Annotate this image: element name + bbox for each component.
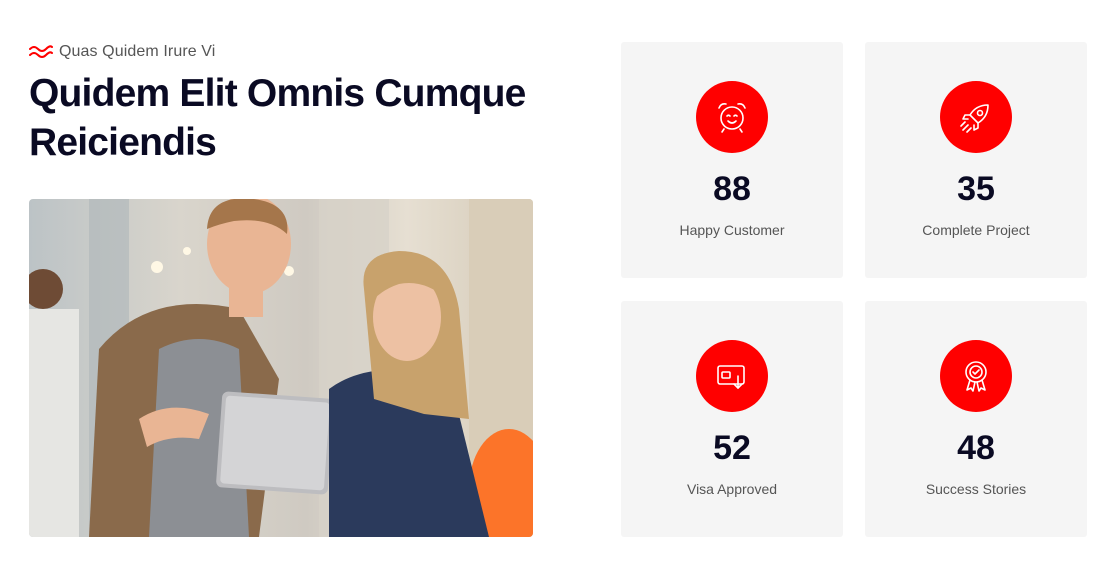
- wallet-download-icon: [717, 365, 745, 389]
- wave-icon: [29, 45, 53, 58]
- stat-label: Complete Project: [922, 222, 1030, 238]
- team-photo-illustration: [29, 199, 533, 537]
- stat-value: 48: [957, 429, 995, 467]
- stat-icon-circle: [696, 81, 768, 153]
- team-photo: [29, 199, 533, 537]
- stat-value: 52: [713, 429, 751, 467]
- stat-label: Happy Customer: [679, 222, 785, 238]
- eyebrow: Quas Quidem Irure Vi: [29, 40, 549, 64]
- eyebrow-text: Quas Quidem Irure Vi: [59, 43, 216, 60]
- stat-card-happy-customer: 88 Happy Customer: [621, 42, 843, 278]
- stat-label: Visa Approved: [686, 481, 778, 497]
- alarm-clock-icon: [718, 103, 746, 133]
- stat-value: 88: [713, 170, 751, 208]
- award-badge-icon: [965, 361, 987, 392]
- section-title: Quidem Elit Omnis Cumque Reiciendis: [29, 72, 526, 164]
- stat-card-success-stories: 48 Success Stories: [865, 301, 1087, 537]
- rocket-icon: [960, 104, 989, 133]
- about-section: Quas Quidem Irure Vi Quidem Elit Omnis C…: [29, 40, 549, 167]
- stat-card-visa-approved: 52 Visa Approved: [621, 301, 843, 537]
- stat-icon-circle: [940, 340, 1012, 412]
- stat-label: Success Stories: [925, 481, 1027, 497]
- stat-card-complete-project: 35 Complete Project: [865, 42, 1087, 278]
- stat-icon-circle: [696, 340, 768, 412]
- stat-icon-circle: [940, 81, 1012, 153]
- stat-value: 35: [957, 170, 995, 208]
- stats-grid: 88 Happy Customer 35 Complete Project 52…: [621, 42, 1087, 537]
